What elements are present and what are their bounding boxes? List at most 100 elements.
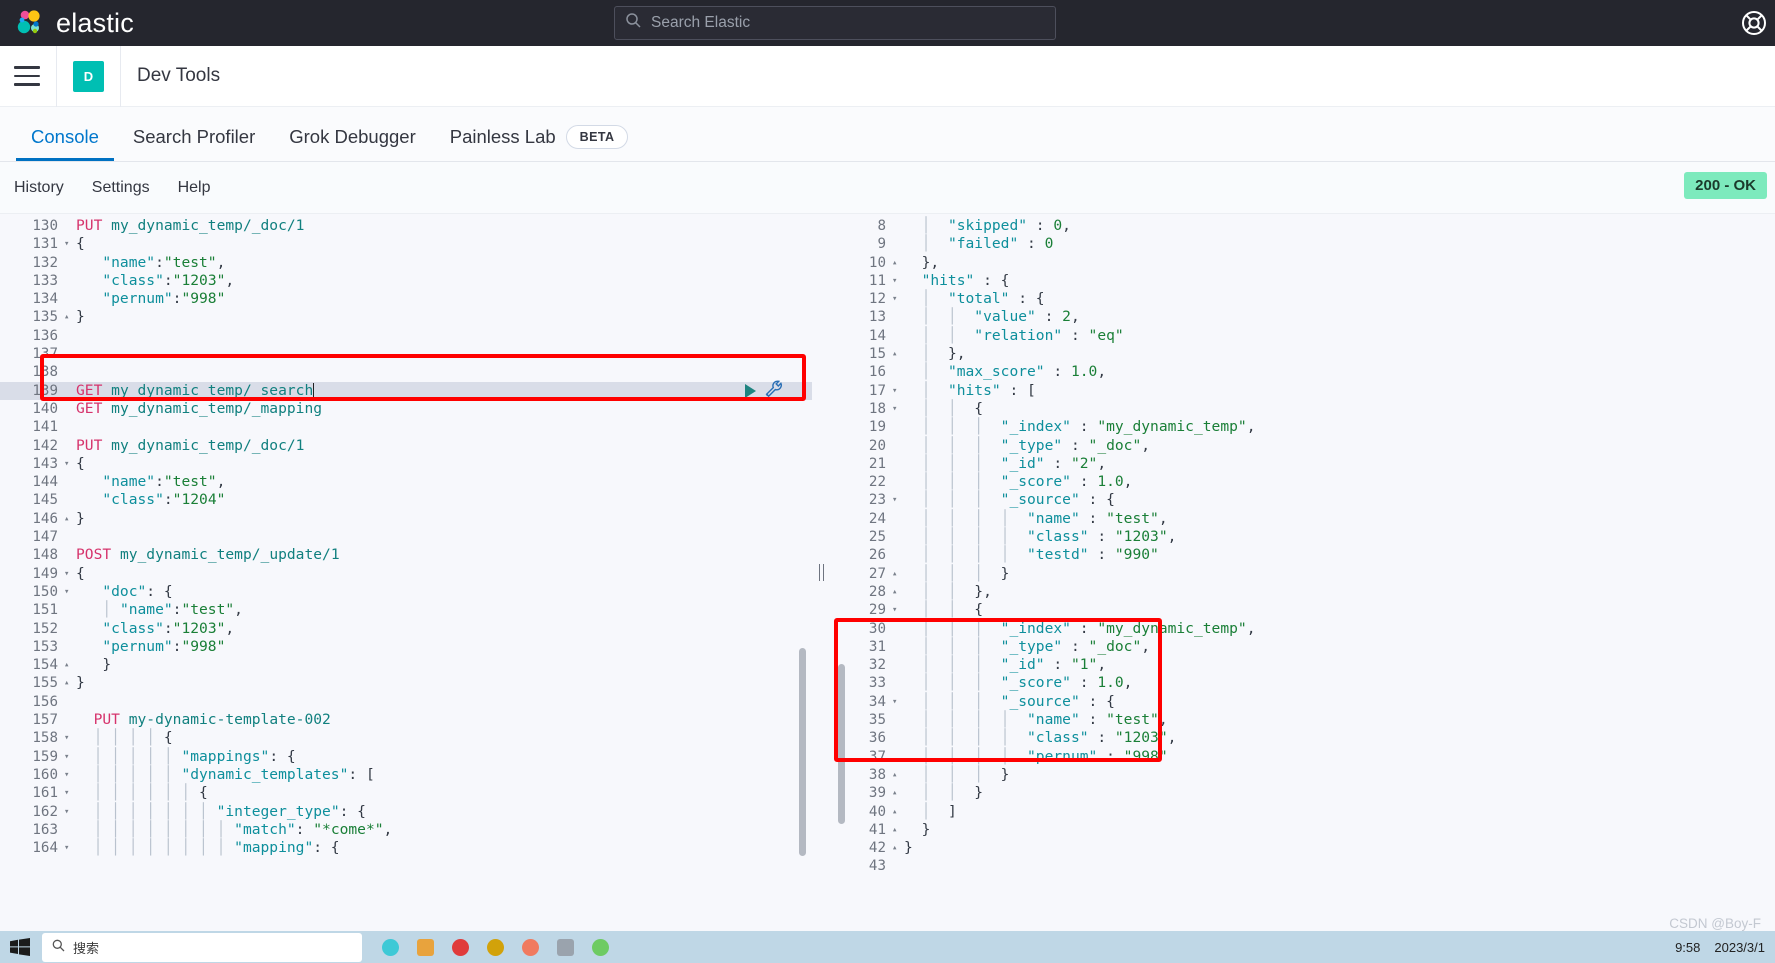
line-number: 17 [868,382,886,399]
taskbar-search-input[interactable]: 搜索 [42,932,362,962]
line-number: 13 [868,309,886,326]
fold-toggle-icon[interactable]: ▾ [890,400,904,418]
elastic-brand[interactable]: elastic [0,7,134,39]
fold-toggle-icon[interactable]: ▴ [62,656,76,674]
fold-toggle-icon[interactable]: ▾ [62,729,76,747]
app-badge[interactable]: D [73,60,104,92]
run-request-controls[interactable] [745,379,805,403]
taskbar-app-icon-2[interactable] [417,938,434,956]
fold-toggle-icon[interactable]: ▾ [62,583,76,601]
code-text: │ "name":"test", [76,601,243,619]
fold-toggle-icon[interactable]: ▾ [62,455,76,473]
taskbar-app-icon-1[interactable] [382,938,399,956]
code-text: } [76,509,85,527]
app-header: D Dev Tools [0,45,1775,107]
code-text: │ │ { [904,601,984,619]
beta-badge: BETA [565,125,629,149]
fold-toggle-icon[interactable]: ▴ [890,254,904,272]
line-number: 164 [32,840,58,857]
tab-console[interactable]: Console [14,126,116,161]
header-divider-2 [120,45,121,107]
tab-grok-debugger[interactable]: Grok Debugger [272,126,432,161]
fold-toggle-icon[interactable]: ▾ [62,784,76,802]
code-line: 27 ▴ │ │ │ } [830,565,1775,583]
elastic-logo-icon [14,7,46,39]
fold-toggle-icon[interactable]: ▴ [62,674,76,692]
tab-painless-lab[interactable]: Painless Lab [433,126,560,161]
taskbar-app-icon-3[interactable] [452,938,469,956]
code-line: 8 │ "skipped" : 0, [830,217,1775,235]
code-line: 151 │ "name":"test", [0,601,812,619]
fold-toggle-icon[interactable]: ▴ [890,345,904,363]
code-line: 38 ▴ │ │ │ } [830,766,1775,784]
code-line: 39 ▴ │ │ } [830,784,1775,802]
fold-toggle-icon[interactable]: ▴ [890,839,904,857]
fold-toggle-icon[interactable]: ▾ [62,803,76,821]
fold-toggle-icon[interactable]: ▾ [62,766,76,784]
fold-toggle-icon[interactable]: ▾ [62,839,76,857]
line-number: 148 [32,547,58,564]
code-text: │ │ } [904,784,984,802]
code-text: │ │ │ │ "class" : "1203", [904,729,1177,747]
fold-toggle-icon[interactable]: ▴ [890,784,904,802]
code-text: "class":"1203", [102,271,235,289]
code-text: │ │ │ "_type" : "_doc", [904,436,1151,454]
fold-toggle-icon[interactable]: ▴ [890,766,904,784]
response-scrollbar[interactable] [838,664,845,824]
code-line: 43 [830,857,1775,875]
wrench-icon[interactable] [764,379,784,403]
code-line: 37 │ │ │ │ "pernum" : "998" [830,748,1775,766]
code-line: 30 │ │ │ "_index" : "my_dynamic_temp", [830,620,1775,638]
fold-toggle-icon[interactable]: ▾ [890,272,904,290]
code-line: 17 ▾ │ "hits" : [ [830,382,1775,400]
taskbar-app-icon-7[interactable] [592,938,609,956]
fold-toggle-icon[interactable]: ▴ [62,510,76,528]
pane-splitter[interactable] [812,214,830,931]
line-number: 131 [32,236,58,253]
tab-search-profiler[interactable]: Search Profiler [116,126,272,161]
help-button[interactable]: Help [178,179,211,197]
code-line: 18 ▾ │ │ { [830,400,1775,418]
fold-toggle-icon[interactable]: ▴ [62,308,76,326]
play-triangle-icon[interactable] [745,384,756,399]
history-button[interactable]: History [14,179,64,197]
request-editor-pane[interactable]: 130 PUT my_dynamic_temp/_doc/1 131 ▾{132 "n… [0,214,812,931]
taskbar-clock[interactable]: 9:58 2023/3/1 [1675,940,1765,955]
help-circle-icon[interactable] [1739,8,1769,38]
global-search[interactable]: Search Elastic [614,6,1056,40]
taskbar-app-icon-4[interactable] [487,938,504,956]
code-line: 21 │ │ │ "_id" : "2", [830,455,1775,473]
response-pane[interactable]: 8 │ "skipped" : 0, 9 │ "failed" : 0 10 ▴ },… [830,214,1775,931]
code-text: "pernum":"998" [102,637,226,655]
code-line: 33 │ │ │ "_score" : 1.0, [830,674,1775,692]
code-line: 163 │ │ │ │ │ │ │ │ "match": "*come*", [0,821,812,839]
fold-toggle-icon[interactable]: ▾ [62,748,76,766]
request-editor[interactable]: 130 PUT my_dynamic_temp/_doc/1 131 ▾{132 "n… [0,214,812,931]
code-text: │ │ │ "_type" : "_doc", [904,637,1151,655]
taskbar-app-icon-5[interactable] [522,938,539,956]
fold-toggle-icon[interactable]: ▴ [890,565,904,583]
line-number: 133 [32,272,58,289]
windows-start-icon[interactable] [4,932,36,962]
fold-toggle-icon[interactable]: ▾ [890,290,904,308]
fold-toggle-icon[interactable]: ▾ [62,565,76,583]
taskbar-app-icon-6[interactable] [557,938,574,956]
fold-toggle-icon[interactable]: ▾ [890,693,904,711]
fold-toggle-icon[interactable]: ▴ [890,821,904,839]
settings-button[interactable]: Settings [92,179,150,197]
hamburger-menu-icon[interactable] [14,66,40,86]
line-number: 137 [32,346,58,363]
fold-toggle-icon[interactable]: ▴ [890,803,904,821]
fold-toggle-icon[interactable]: ▾ [890,382,904,400]
search-icon [625,12,642,34]
fold-toggle-icon[interactable]: ▾ [890,601,904,619]
editor-scrollbar[interactable] [799,648,806,856]
fold-toggle-icon[interactable]: ▴ [890,583,904,601]
fold-toggle-icon[interactable]: ▾ [890,491,904,509]
line-number: 8 [877,218,886,234]
code-line: 31 │ │ │ "_type" : "_doc", [830,638,1775,656]
code-line: 144 "name":"test", [0,473,812,491]
fold-toggle-icon[interactable]: ▾ [62,235,76,253]
line-number: 9 [877,236,886,253]
status-badge: 200 - OK [1684,172,1767,199]
